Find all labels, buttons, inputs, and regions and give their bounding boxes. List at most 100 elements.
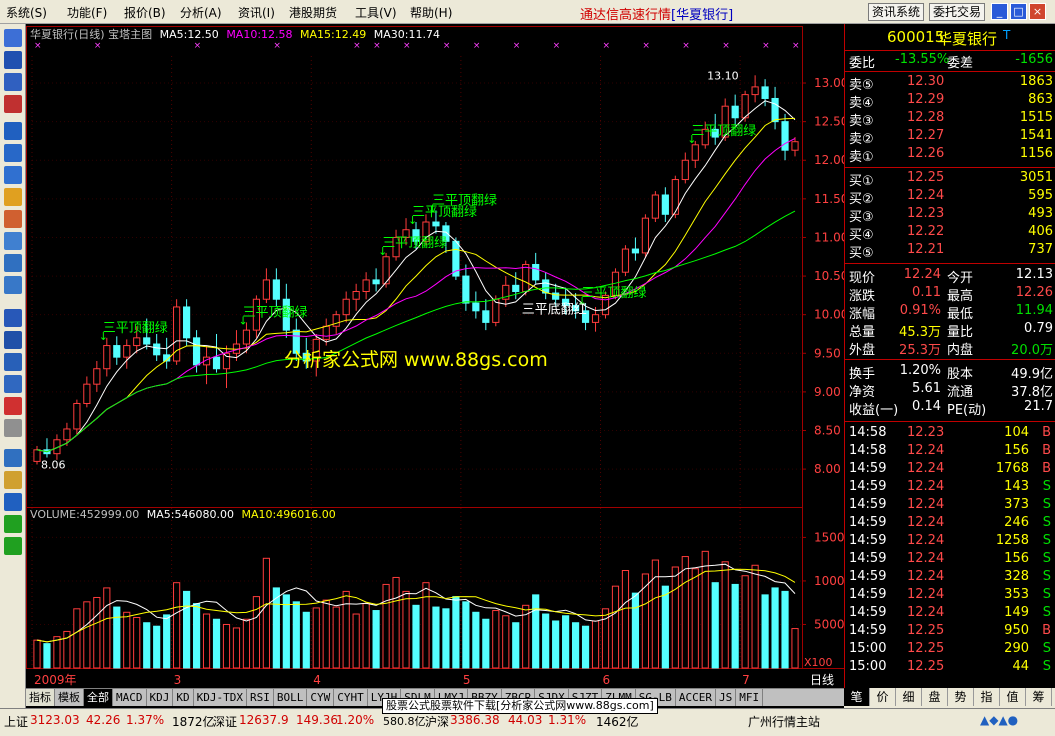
menu-quote[interactable]: 报价(B) xyxy=(124,4,166,21)
report-icon[interactable] xyxy=(4,144,22,162)
sell-row[interactable]: 卖⑤ 12.30 1863 xyxy=(849,74,1053,93)
menu-help[interactable]: 帮助(H) xyxy=(410,4,452,21)
buy-row[interactable]: 买④ 12.22 406 xyxy=(849,224,1053,243)
tick-row[interactable]: 14:59 12.24 246 S xyxy=(849,515,1053,533)
info-system-button[interactable]: 资讯系统 xyxy=(868,3,925,21)
calc-icon[interactable] xyxy=(4,375,22,393)
buy-row[interactable]: 买① 12.25 3051 xyxy=(849,170,1053,189)
tick-row[interactable]: 14:59 12.24 156 S xyxy=(849,551,1053,569)
arrow-up-icon[interactable] xyxy=(4,515,22,533)
sheet-icon[interactable] xyxy=(4,166,22,184)
sell-row[interactable]: 卖① 12.26 1156 xyxy=(849,146,1053,165)
tick-row[interactable]: 14:59 12.24 1768 B xyxy=(849,461,1053,479)
buy-row[interactable]: 买③ 12.23 493 xyxy=(849,206,1053,225)
indicator-tab-全部[interactable]: 全部 xyxy=(84,689,113,706)
sell-row[interactable]: 卖④ 12.29 863 xyxy=(849,92,1053,111)
move-icon[interactable] xyxy=(4,493,22,511)
indicator-tab-kdj[interactable]: KDJ xyxy=(147,689,174,706)
buy-row[interactable]: 买⑤ 12.21 737 xyxy=(849,242,1053,261)
indicator-tab-js[interactable]: JS xyxy=(716,689,737,706)
date-label: 3 xyxy=(174,673,182,687)
buy-row[interactable]: 买② 12.24 595 xyxy=(849,188,1053,207)
wave-icon[interactable] xyxy=(4,309,22,327)
menu-analysis[interactable]: 分析(A) xyxy=(180,4,222,21)
table-icon[interactable] xyxy=(4,122,22,140)
menu-function[interactable]: 功能(F) xyxy=(67,4,107,21)
signal-marker: × xyxy=(682,41,690,51)
ad-tooltip[interactable]: 股票公式股票软件下载[分析家公式网www.88gs.com] xyxy=(382,698,658,714)
quote-row[interactable]: 涨幅 0.91% 最低 11.94 xyxy=(849,303,1053,322)
menu-system[interactable]: 系统(S) xyxy=(6,4,47,21)
signal-label: 三平顶翻绿 xyxy=(691,124,756,139)
etf-icon[interactable] xyxy=(4,276,22,294)
pencil-icon[interactable] xyxy=(4,471,22,489)
search-icon[interactable] xyxy=(4,254,22,272)
tick-row[interactable]: 14:59 12.24 353 S xyxy=(849,587,1053,605)
tick-row[interactable]: 14:58 12.24 156 B xyxy=(849,443,1053,461)
server-site[interactable]: 广州行情主站 xyxy=(748,713,820,730)
tick-row[interactable]: 14:59 12.25 950 B xyxy=(849,623,1053,641)
indicator-tab-boll[interactable]: BOLL xyxy=(274,689,308,706)
rsi-icon[interactable] xyxy=(4,331,22,349)
people-icon[interactable] xyxy=(4,210,22,228)
indicator-tab-指标[interactable]: 指标 xyxy=(26,689,55,706)
indicator-tab-kdj-tdx[interactable]: KDJ-TDX xyxy=(194,689,247,706)
quote-row[interactable]: 涨跌 0.11 最高 12.26 xyxy=(849,285,1053,304)
indicator-tab-macd[interactable]: MACD xyxy=(113,689,147,706)
fx-icon[interactable] xyxy=(4,232,22,250)
menu-tools[interactable]: 工具(V) xyxy=(355,4,397,21)
quote-row[interactable]: 总量 45.3万 量比 0.79 xyxy=(849,321,1053,340)
trade-button[interactable]: 委托交易 xyxy=(929,3,986,21)
tick-row[interactable]: 14:59 12.24 373 S xyxy=(849,497,1053,515)
tick-row[interactable]: 14:59 12.24 143 S xyxy=(849,479,1053,497)
menu-info[interactable]: 资讯(I) xyxy=(238,4,275,21)
kline-chart[interactable]: 三平顶翻绿↓三平顶翻绿↓三平顶翻绿↓三平顶翻绿↓三平顶翻绿↓三平顶翻绿↓三平底翻… xyxy=(26,24,844,688)
sell-row[interactable]: 卖③ 12.28 1515 xyxy=(849,110,1053,129)
quote-row[interactable]: 现价 12.24 今开 12.13 xyxy=(849,267,1053,286)
indicator-tab-mfi[interactable]: MFI xyxy=(736,689,764,706)
minimize-button[interactable]: _ xyxy=(991,3,1008,20)
panel-tab-2[interactable]: 细 xyxy=(896,688,922,706)
fund-row[interactable]: 收益(一) 0.14 PE(动) 21.7 xyxy=(849,399,1053,418)
grid-icon[interactable] xyxy=(4,29,22,47)
panel-tab-0[interactable]: 笔 xyxy=(844,688,870,706)
quote-row[interactable]: 外盘 25.3万 内盘 20.0万 xyxy=(849,339,1053,358)
menu-hk-futures[interactable]: 港股期货 xyxy=(289,4,337,21)
indicator-tab-kd[interactable]: KD xyxy=(173,689,194,706)
indicator-tab-模板[interactable]: 模板 xyxy=(55,689,84,706)
tick-row[interactable]: 14:59 12.24 328 S xyxy=(849,569,1053,587)
chart-window-icon[interactable] xyxy=(4,353,22,371)
list-icon[interactable] xyxy=(4,51,22,69)
indicator-tab-accer[interactable]: ACCER xyxy=(676,689,716,706)
kline-icon[interactable] xyxy=(4,95,22,113)
sh-value[interactable]: 3123.03 xyxy=(30,713,80,727)
panel-tab-5[interactable]: 指 xyxy=(974,688,1000,706)
panel-tab-6[interactable]: 值 xyxy=(1000,688,1026,706)
tick-row[interactable]: 14:58 12.23 104 B xyxy=(849,425,1053,443)
arrow-down-icon[interactable] xyxy=(4,537,22,555)
line-chart-icon[interactable] xyxy=(4,73,22,91)
panel-tab-4[interactable]: 势 xyxy=(948,688,974,706)
indicator-tab-cyht[interactable]: CYHT xyxy=(334,689,368,706)
indicator-tab-rsi[interactable]: RSI xyxy=(247,689,274,706)
panel-tab-1[interactable]: 价 xyxy=(870,688,896,706)
sell-row[interactable]: 卖② 12.27 1541 xyxy=(849,128,1053,147)
indicator-tab-cyw[interactable]: CYW xyxy=(307,689,335,706)
volume-bar xyxy=(372,610,380,669)
maximize-button[interactable]: □ xyxy=(1010,3,1027,20)
tick-row[interactable]: 15:00 12.25 290 S xyxy=(849,641,1053,659)
tick-row[interactable]: 14:59 12.24 149 S xyxy=(849,605,1053,623)
panel-tab-3[interactable]: 盘 xyxy=(922,688,948,706)
link-icon[interactable] xyxy=(4,419,22,437)
panel-tab-7[interactable]: 筹 xyxy=(1026,688,1052,706)
dollar-icon[interactable] xyxy=(4,397,22,415)
export-icon[interactable] xyxy=(4,449,22,467)
tick-row[interactable]: 14:59 12.24 1258 S xyxy=(849,533,1053,551)
sz-value[interactable]: 12637.9 xyxy=(239,713,289,727)
tick-row[interactable]: 15:00 12.25 44 S xyxy=(849,659,1053,677)
folder-icon[interactable] xyxy=(4,188,22,206)
hs-value[interactable]: 3386.38 xyxy=(450,713,500,727)
fund-row[interactable]: 换手 1.20% 股本 49.9亿 xyxy=(849,363,1053,382)
close-button[interactable]: × xyxy=(1029,3,1046,20)
fund-row[interactable]: 净资 5.61 流通 37.8亿 xyxy=(849,381,1053,400)
